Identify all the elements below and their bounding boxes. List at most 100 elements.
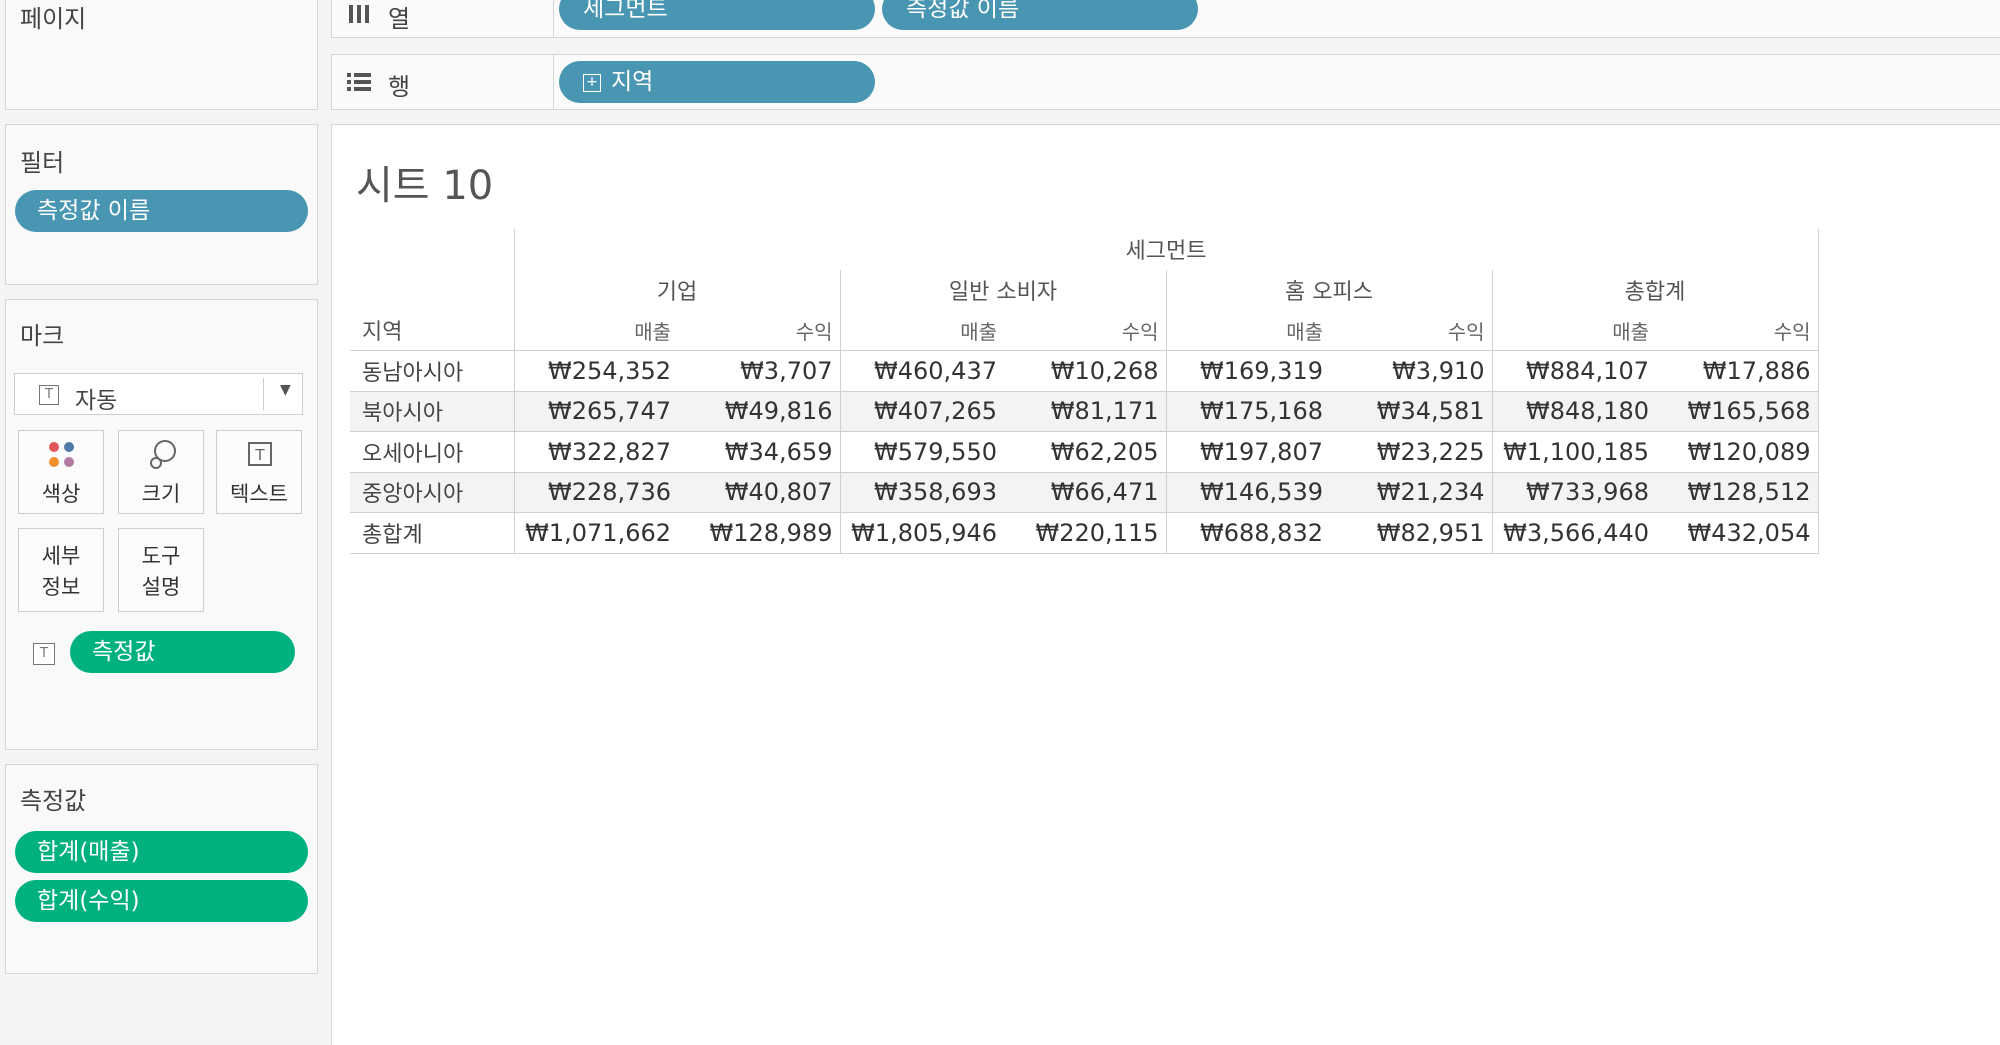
table-cell: ₩848,180	[1491, 391, 1656, 432]
row-dimension-header: 지역	[350, 310, 514, 351]
table-cell: ₩128,989	[678, 512, 840, 554]
rows-pill-region[interactable]: + 지역	[559, 61, 875, 103]
measure-values-title: 측정값	[20, 787, 87, 815]
rows-shelf-label: 행	[388, 73, 411, 101]
header-corner	[350, 229, 514, 270]
table-cell: ₩228,736	[513, 472, 678, 513]
rows-shelf-label-area: 행	[332, 55, 554, 109]
row-header: 북아시아	[350, 391, 514, 432]
text-pill-measure-values[interactable]: 측정값	[70, 631, 295, 673]
columns-pill-measure-names[interactable]: 측정값 이름	[882, 0, 1198, 30]
table-cell: ₩175,168	[1165, 391, 1330, 432]
filters-title: 필터	[20, 149, 65, 177]
table-cell: ₩688,832	[1165, 512, 1330, 554]
text-button-label: 텍스트	[230, 482, 288, 506]
mark-type-dropdown[interactable]: T 자동 ▼	[14, 373, 303, 415]
table-row: 동남아시아 ₩254,352 ₩3,707 ₩460,437 ₩10,268 ₩169,3…	[350, 350, 1819, 392]
measure-values-card: 측정값 합계(매출) 합계(수익)	[5, 764, 318, 974]
columns-shelf-label-area: 열	[332, 0, 554, 37]
dropdown-divider	[263, 378, 264, 410]
table-cell: ₩322,827	[513, 431, 678, 473]
header-corner-2	[350, 270, 514, 311]
expand-plus-icon[interactable]: +	[583, 73, 601, 92]
table-cell: ₩579,550	[839, 431, 1004, 473]
row-header: 총합계	[350, 512, 514, 554]
pages-title: 페이지	[20, 5, 87, 33]
table-cell: ₩169,319	[1165, 350, 1330, 392]
table-cell: ₩358,693	[839, 472, 1004, 513]
table-cell: ₩254,352	[513, 350, 678, 392]
table-row: 오세아니아 ₩322,827 ₩34,659 ₩579,550 ₩62,205 ₩197,…	[350, 431, 1819, 473]
marks-card: 마크	[5, 299, 318, 750]
measure-header: 매출	[1491, 310, 1656, 351]
table-row: 북아시아 ₩265,747 ₩49,816 ₩407,265 ₩81,171 ₩175,1…	[350, 391, 1819, 432]
segment-header: 세그먼트	[513, 229, 1819, 270]
size-button-label: 크기	[141, 482, 181, 506]
table-cell: ₩460,437	[839, 350, 1004, 392]
table-cell: ₩49,816	[678, 391, 840, 432]
crosstab-table: 세그먼트 기업 일반 소비자 홈 오피스 총합계 지역 매출 수익 매출 수익 …	[350, 229, 1819, 554]
sheet-title: 시트 10	[356, 163, 494, 209]
table-cell: ₩10,268	[1004, 350, 1166, 392]
table-cell: ₩407,265	[839, 391, 1004, 432]
text-mark-icon: T	[39, 385, 59, 405]
table-row: 총합계 ₩1,071,662 ₩128,989 ₩1,805,946 ₩220,115 ₩…	[350, 512, 1819, 554]
table-cell: ₩165,568	[1656, 391, 1819, 432]
table-cell: ₩432,054	[1656, 512, 1819, 554]
table-cell: ₩17,886	[1656, 350, 1819, 392]
detail-label-line1: 세부	[41, 544, 81, 568]
segment-header-grand-total: 총합계	[1491, 269, 1819, 310]
filter-pill-measure-names[interactable]: 측정값 이름	[15, 190, 308, 232]
header-row-measures: 지역 매출 수익 매출 수익 매출 수익 매출 수익	[350, 310, 1819, 351]
table-cell: ₩34,659	[678, 431, 840, 473]
measure-header: 수익	[1004, 310, 1166, 351]
tooltip-button[interactable]: 도구 설명	[118, 528, 204, 612]
table-cell: ₩66,471	[1004, 472, 1166, 513]
segment-header-home-office: 홈 오피스	[1165, 269, 1492, 310]
size-icon	[150, 440, 176, 469]
columns-shelf-label: 열	[388, 5, 411, 33]
detail-label-line2: 정보	[41, 575, 81, 599]
color-button[interactable]: 색상	[18, 430, 104, 514]
row-header: 오세아니아	[350, 431, 514, 473]
table-cell: ₩3,910	[1330, 350, 1492, 392]
header-row-segment: 세그먼트	[350, 229, 1819, 270]
detail-button-label: 세부 정보	[19, 541, 103, 603]
crosstab-body: 동남아시아 ₩254,352 ₩3,707 ₩460,437 ₩10,268 ₩169,3…	[350, 350, 1819, 554]
rows-shelf[interactable]: 행 + 지역	[331, 54, 2000, 110]
detail-button[interactable]: 세부 정보	[18, 528, 104, 612]
measure-header: 매출	[513, 310, 678, 351]
measure-pill-sum-sales[interactable]: 합계(매출)	[15, 831, 308, 873]
header-row-segments: 기업 일반 소비자 홈 오피스 총합계	[350, 269, 1819, 311]
columns-pill-segment[interactable]: 세그먼트	[559, 0, 875, 30]
measure-header: 매출	[839, 310, 1004, 351]
table-cell: ₩120,089	[1656, 431, 1819, 473]
measure-header: 수익	[1330, 310, 1492, 351]
table-cell: ₩34,581	[1330, 391, 1492, 432]
table-cell: ₩62,205	[1004, 431, 1166, 473]
table-row: 중앙아시아 ₩228,736 ₩40,807 ₩358,693 ₩66,471 ₩146,…	[350, 472, 1819, 513]
table-cell: ₩733,968	[1491, 472, 1656, 513]
table-cell: ₩3,707	[678, 350, 840, 392]
tooltip-label-line1: 도구	[141, 544, 181, 568]
chevron-down-icon: ▼	[280, 382, 291, 398]
row-header: 중앙아시아	[350, 472, 514, 513]
svg-text:T: T	[254, 446, 265, 464]
pages-card: 페이지	[5, 0, 318, 110]
table-cell: ₩40,807	[678, 472, 840, 513]
worksheet-area: 시트 10 세그먼트 기업 일반 소비자 홈 오피스 총합계 지역 매출 수익 …	[331, 124, 2000, 1045]
table-cell: ₩21,234	[1330, 472, 1492, 513]
measure-pill-sum-profit[interactable]: 합계(수익)	[15, 880, 308, 922]
measure-header: 수익	[1656, 310, 1819, 351]
columns-shelf[interactable]: 열 세그먼트 측정값 이름	[331, 0, 2000, 38]
rows-pill-region-label: 지역	[611, 69, 654, 95]
table-cell: ₩82,951	[1330, 512, 1492, 554]
tooltip-button-label: 도구 설명	[119, 541, 203, 603]
size-button[interactable]: 크기	[118, 430, 204, 514]
table-cell: ₩220,115	[1004, 512, 1166, 554]
text-button[interactable]: T 텍스트	[216, 430, 302, 514]
table-cell: ₩81,171	[1004, 391, 1166, 432]
table-cell: ₩23,225	[1330, 431, 1492, 473]
table-cell: ₩884,107	[1491, 350, 1656, 392]
text-encoding-icon: T	[33, 643, 55, 665]
